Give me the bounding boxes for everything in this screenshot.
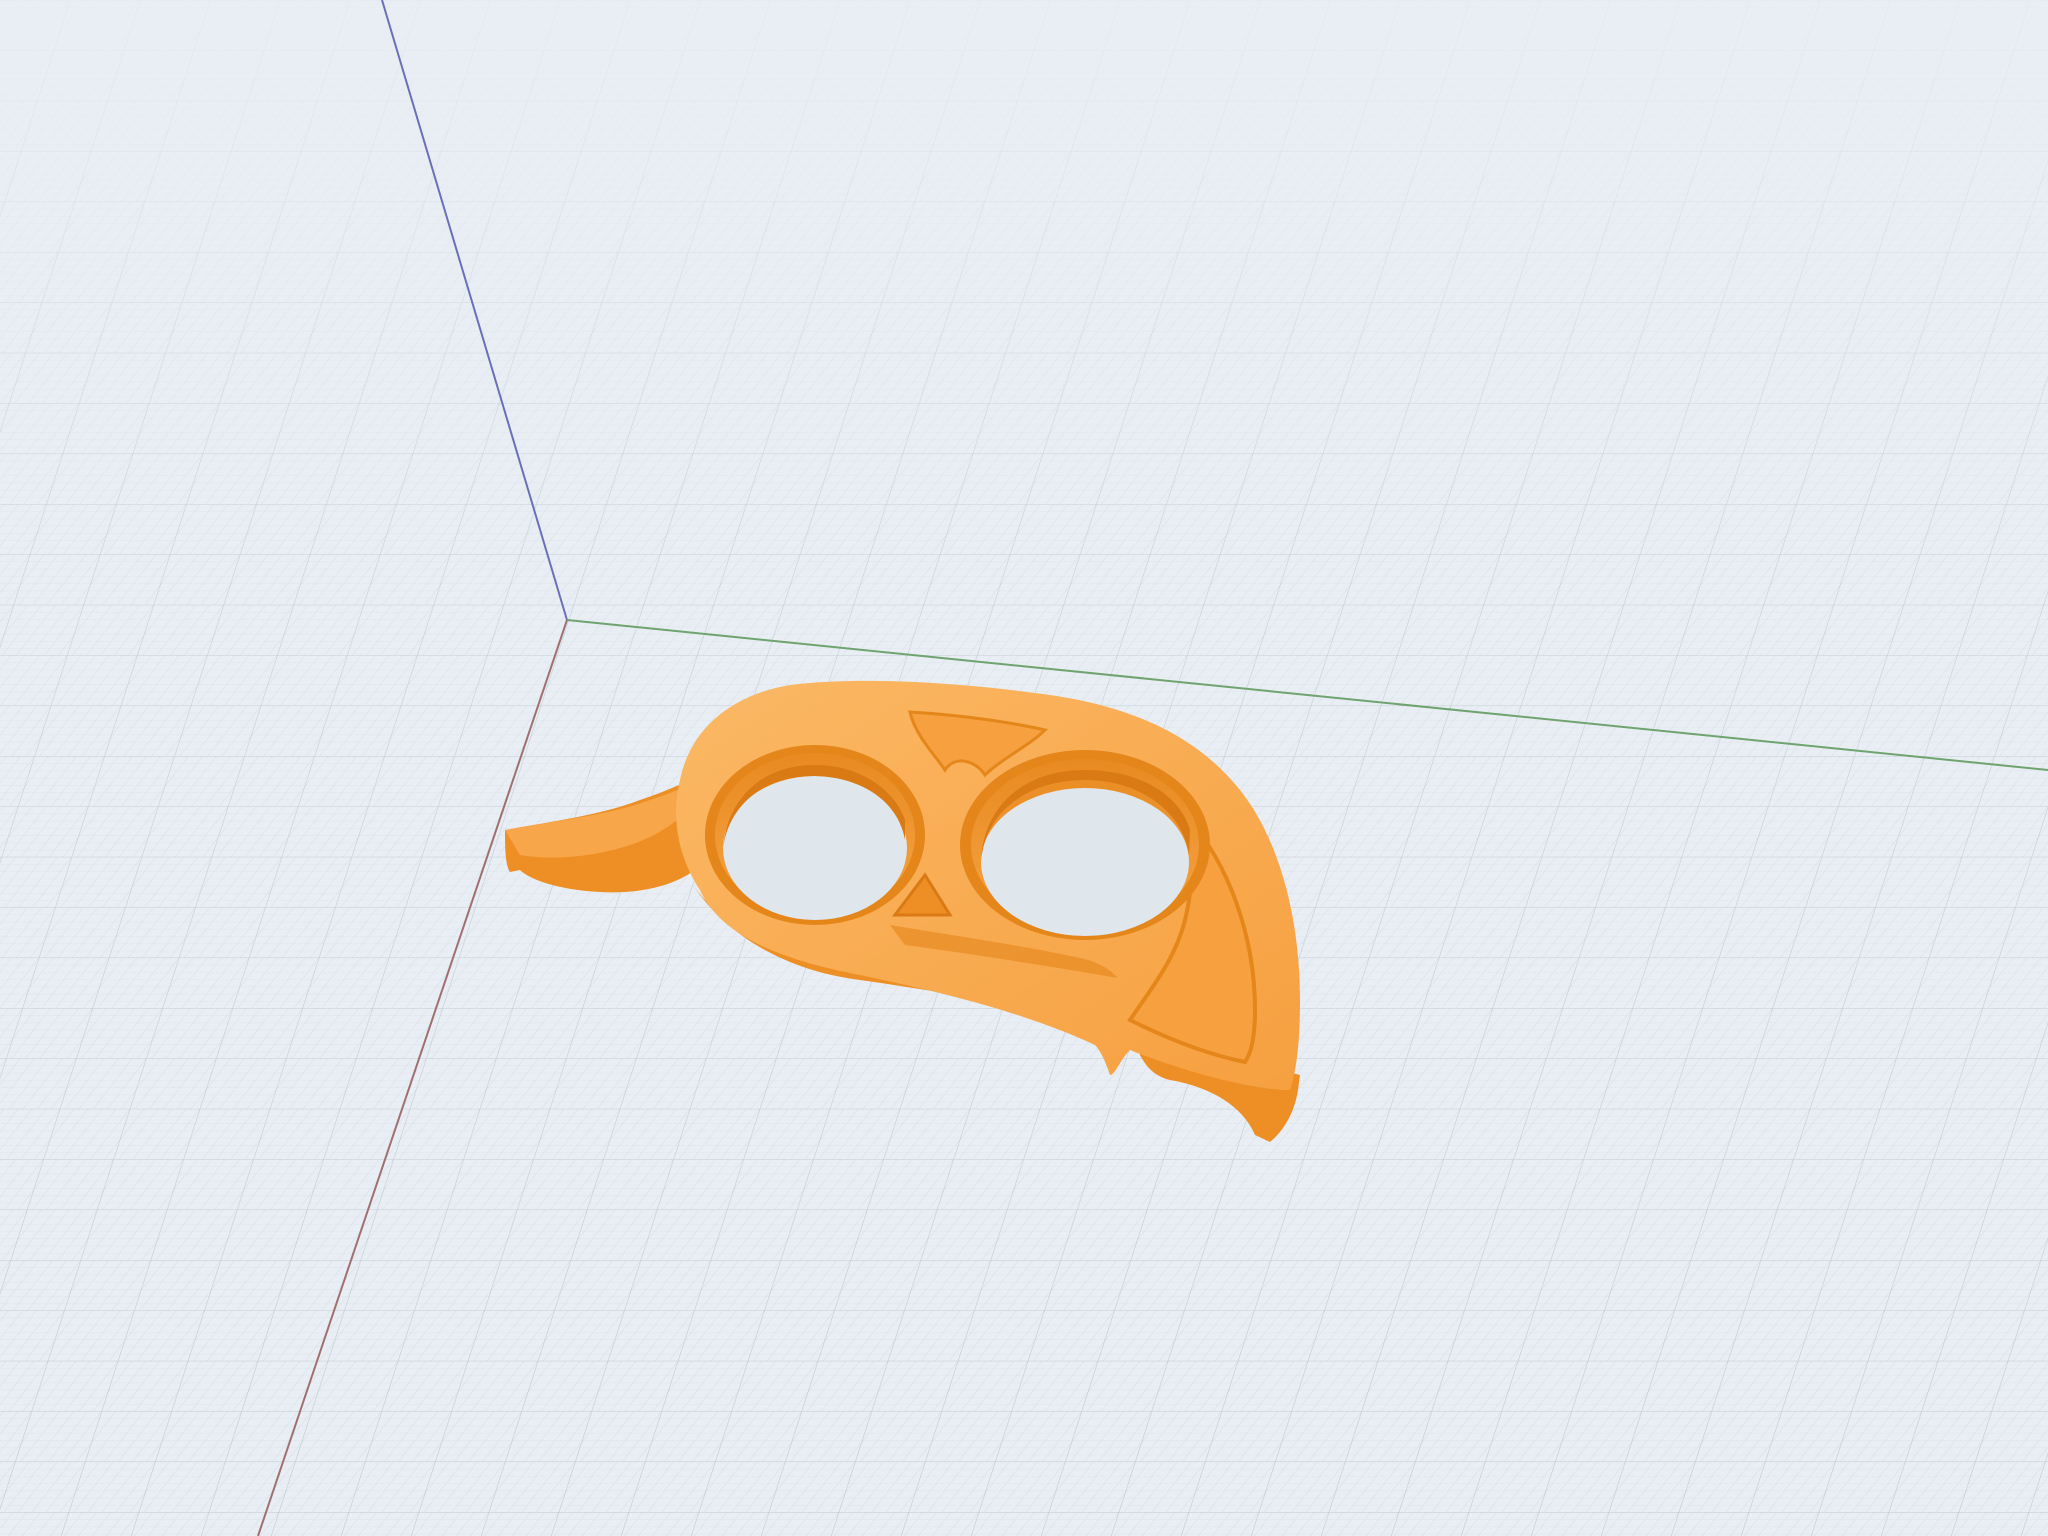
3d-viewport[interactable] [0,0,2048,1536]
scene-canvas[interactable] [0,0,2048,1536]
model-ring-hole-right [960,750,1210,940]
model-ring-hole-left [705,745,925,925]
